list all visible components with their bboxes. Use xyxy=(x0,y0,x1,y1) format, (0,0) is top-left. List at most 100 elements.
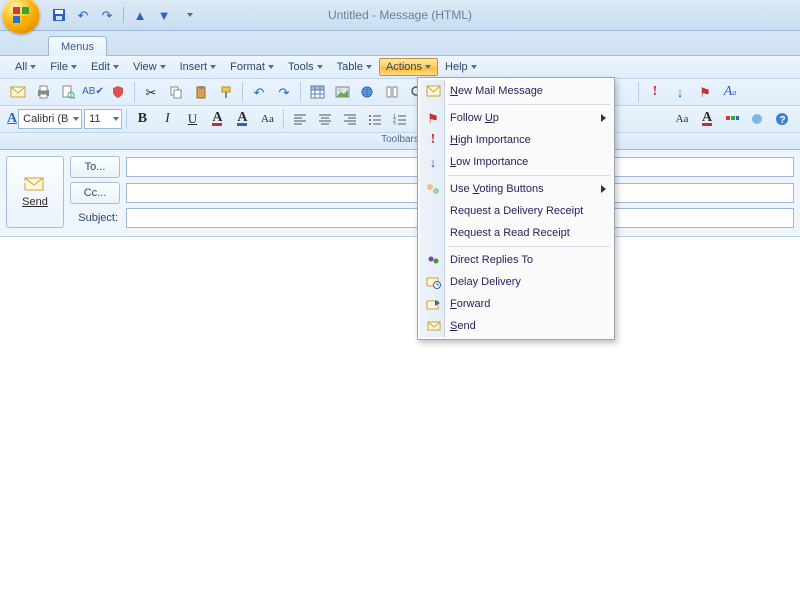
underline-icon: U xyxy=(188,111,197,127)
font-color-button-2[interactable]: A xyxy=(695,107,719,131)
bold-button[interactable]: B xyxy=(130,107,154,131)
cc-button[interactable]: Cc... xyxy=(70,182,120,204)
menu-separator xyxy=(448,175,610,176)
previous-button[interactable]: ▲ xyxy=(129,4,151,26)
italic-button[interactable]: I xyxy=(155,107,179,131)
menu-item-new-mail[interactable]: New Mail Message xyxy=(420,80,612,102)
menu-item-low-importance[interactable]: ↓ Low Importance xyxy=(420,151,612,173)
signature-icon: Aa xyxy=(724,84,737,100)
chevron-down-icon xyxy=(366,65,372,69)
redo-button[interactable]: ↷ xyxy=(96,4,118,26)
menu-item-direct-replies[interactable]: Direct Replies To xyxy=(420,249,612,271)
signature-button[interactable]: Aa xyxy=(718,80,742,104)
font-color-button[interactable]: A xyxy=(205,107,229,131)
toolbar-group-insert xyxy=(305,80,429,104)
menu-item-send[interactable]: Send xyxy=(420,315,612,337)
paste-button[interactable] xyxy=(189,80,213,104)
align-left-button[interactable] xyxy=(288,107,312,131)
print-button[interactable] xyxy=(31,80,55,104)
print-preview-button[interactable] xyxy=(56,80,80,104)
menu-label: Edit xyxy=(91,61,110,73)
flag-icon: ⚑ xyxy=(699,86,711,99)
menu-help[interactable]: Help xyxy=(438,58,484,76)
font-family-combo[interactable]: Calibri (Body) xyxy=(18,109,82,129)
qat-customize[interactable] xyxy=(177,4,199,26)
submenu-arrow-icon xyxy=(601,114,606,122)
menu-table[interactable]: Table xyxy=(330,58,379,76)
insert-picture-button[interactable] xyxy=(330,80,354,104)
scissors-icon: ✂ xyxy=(146,86,157,99)
next-button[interactable]: ▼ xyxy=(153,4,175,26)
align-right-button[interactable] xyxy=(338,107,362,131)
font-dialog-button[interactable]: A xyxy=(6,107,18,131)
menu-tools[interactable]: Tools xyxy=(281,58,330,76)
menu-format[interactable]: Format xyxy=(223,58,281,76)
undo-button[interactable]: ↶ xyxy=(72,4,94,26)
menu-item-delay-delivery[interactable]: Delay Delivery xyxy=(420,271,612,293)
columns-button[interactable] xyxy=(380,80,404,104)
arrow-down-icon: ↓ xyxy=(677,86,684,99)
copy-button[interactable] xyxy=(164,80,188,104)
insert-table-button[interactable] xyxy=(305,80,329,104)
undo-button-2[interactable]: ↶ xyxy=(247,80,271,104)
envelope-icon xyxy=(10,85,26,99)
to-button[interactable]: To... xyxy=(70,156,120,178)
cut-button[interactable]: ✂ xyxy=(139,80,163,104)
highlight-button[interactable]: A xyxy=(230,107,254,131)
high-importance-button[interactable]: ! xyxy=(643,80,667,104)
envelope-forward-icon xyxy=(425,296,441,312)
send-button[interactable]: Send xyxy=(6,156,64,228)
submenu-arrow-icon xyxy=(601,185,606,193)
envelope-send-icon xyxy=(425,318,441,334)
flag-icon: ⚑ xyxy=(425,110,441,126)
message-body[interactable] xyxy=(0,237,800,600)
menu-insert[interactable]: Insert xyxy=(173,58,224,76)
numbering-button[interactable]: 123 xyxy=(388,107,412,131)
menu-item-label: Request a Delivery Receipt xyxy=(450,205,583,217)
menu-item-delivery-receipt[interactable]: Request a Delivery Receipt xyxy=(420,200,612,222)
theme-colors-button[interactable] xyxy=(720,107,744,131)
redo-button-2[interactable]: ↷ xyxy=(272,80,296,104)
menu-item-forward[interactable]: Forward xyxy=(420,293,612,315)
chevron-down-icon xyxy=(113,117,119,121)
office-button[interactable] xyxy=(2,0,40,34)
menu-file[interactable]: File xyxy=(43,58,84,76)
align-center-button[interactable] xyxy=(313,107,337,131)
chevron-down-icon xyxy=(160,65,166,69)
underline-button[interactable]: U xyxy=(180,107,204,131)
envelope-icon xyxy=(425,83,441,99)
italic-icon: I xyxy=(165,111,170,127)
save-button[interactable] xyxy=(48,4,70,26)
menu-edit[interactable]: Edit xyxy=(84,58,126,76)
menu-all[interactable]: All xyxy=(8,58,43,76)
undo-icon: ↶ xyxy=(78,9,89,22)
insert-hyperlink-button[interactable] xyxy=(355,80,379,104)
effects-button[interactable] xyxy=(745,107,769,131)
menu-actions[interactable]: Actions xyxy=(379,58,438,76)
menu-item-high-importance[interactable]: ! High Importance xyxy=(420,129,612,151)
align-center-icon xyxy=(318,113,332,125)
globe-link-icon xyxy=(360,85,375,99)
help-button[interactable]: ? xyxy=(770,107,794,131)
clear-formatting-button[interactable]: Aa xyxy=(670,107,694,131)
bullets-button[interactable] xyxy=(363,107,387,131)
menu-item-label: Delay Delivery xyxy=(450,276,521,288)
low-importance-button[interactable]: ↓ xyxy=(668,80,692,104)
font-size-combo[interactable]: 11 xyxy=(84,109,122,129)
permissions-button[interactable] xyxy=(106,80,130,104)
spelling-button[interactable]: AB✔ xyxy=(81,80,105,104)
menu-item-label: Use Voting Buttons xyxy=(450,183,544,195)
menu-item-voting-buttons[interactable]: Use Voting Buttons xyxy=(420,178,612,200)
ribbon-group-label: Toolbars xyxy=(0,133,800,150)
menu-item-read-receipt[interactable]: Request a Read Receipt xyxy=(420,222,612,244)
tab-menus[interactable]: Menus xyxy=(48,36,107,56)
toolbar-row-1: AB✔ ✂ ↶ ↷ ! ↓ ⚑ Aa xyxy=(0,79,800,106)
font-a-icon: A xyxy=(7,111,17,127)
change-case-button[interactable]: Aa xyxy=(255,107,279,131)
arrow-up-icon: ▲ xyxy=(134,9,147,22)
new-mail-button[interactable] xyxy=(6,80,30,104)
flag-button[interactable]: ⚑ xyxy=(693,80,717,104)
menu-item-follow-up[interactable]: ⚑ Follow Up xyxy=(420,107,612,129)
menu-view[interactable]: View xyxy=(126,58,173,76)
format-painter-button[interactable] xyxy=(214,80,238,104)
